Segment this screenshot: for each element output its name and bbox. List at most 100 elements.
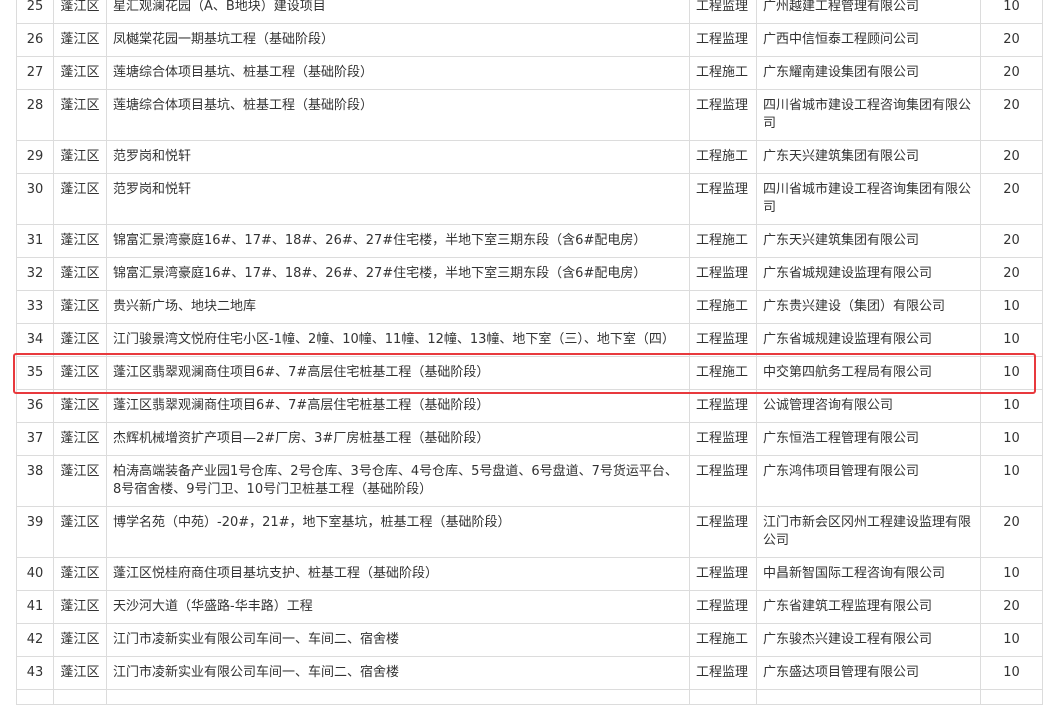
table-row: 30 蓬江区 范罗岗和悦轩 工程监理 四川省城市建设工程咨询集团有限公司 20 bbox=[16, 173, 1043, 225]
work-type-cell: 工程监理 bbox=[689, 590, 757, 624]
row-number-cell: 32 bbox=[16, 257, 54, 291]
project-name-cell: 蓬江区翡翠观澜商住项目6#、7#高层住宅桩基工程（基础阶段） bbox=[106, 356, 690, 390]
company-cell: 广州越建工程管理有限公司 bbox=[756, 0, 981, 24]
score-cell: 10 bbox=[980, 389, 1043, 423]
work-type-cell: 工程监理 bbox=[689, 89, 757, 141]
work-type-cell: 工程监理 bbox=[689, 0, 757, 24]
table-row bbox=[16, 689, 1043, 705]
work-type-cell: 工程监理 bbox=[689, 323, 757, 357]
table-row: 25 蓬江区 星汇观澜花园（A、B地块）建设项目 工程监理 广州越建工程管理有限公司 10 bbox=[16, 0, 1043, 24]
row-number-cell: 39 bbox=[16, 506, 54, 558]
score-cell: 10 bbox=[980, 656, 1043, 690]
work-type-cell: 工程监理 bbox=[689, 506, 757, 558]
table-row: 28 蓬江区 莲塘综合体项目基坑、桩基工程（基础阶段） 工程监理 四川省城市建设工程咨询… bbox=[16, 89, 1043, 141]
company-cell: 广东耀南建设集团有限公司 bbox=[756, 56, 981, 90]
work-type-cell: 工程监理 bbox=[689, 173, 757, 225]
company-cell: 广东恒浩工程管理有限公司 bbox=[756, 422, 981, 456]
project-name-cell: 锦富汇景湾豪庭16#、17#、18#、26#、27#住宅楼，半地下室三期东段（含… bbox=[106, 224, 690, 258]
work-type-cell: 工程施工 bbox=[689, 56, 757, 90]
table-row: 43 蓬江区 江门市凌新实业有限公司车间一、车间二、宿舍楼 工程监理 广东盛达项目管理有… bbox=[16, 656, 1043, 690]
row-number-cell: 31 bbox=[16, 224, 54, 258]
company-cell: 四川省城市建设工程咨询集团有限公司 bbox=[756, 89, 981, 141]
project-name-cell: 天沙河大道（华盛路-华丰路）工程 bbox=[106, 590, 690, 624]
district-cell: 蓬江区 bbox=[53, 0, 107, 24]
table-row: 31 蓬江区 锦富汇景湾豪庭16#、17#、18#、26#、27#住宅楼，半地下室三… bbox=[16, 224, 1043, 258]
score-cell: 10 bbox=[980, 422, 1043, 456]
work-type-cell: 工程监理 bbox=[689, 23, 757, 57]
row-number-cell: 28 bbox=[16, 89, 54, 141]
project-name-cell bbox=[106, 689, 690, 705]
table-row: 38 蓬江区 柏涛高端装备产业园1号仓库、2号仓库、3号仓库、4号仓库、5号盘道、6… bbox=[16, 455, 1043, 507]
work-type-cell: 工程监理 bbox=[689, 557, 757, 591]
company-cell: 四川省城市建设工程咨询集团有限公司 bbox=[756, 173, 981, 225]
table-row: 32 蓬江区 锦富汇景湾豪庭16#、17#、18#、26#、27#住宅楼，半地下室三… bbox=[16, 257, 1043, 291]
score-cell: 20 bbox=[980, 56, 1043, 90]
project-name-cell: 江门市凌新实业有限公司车间一、车间二、宿舍楼 bbox=[106, 656, 690, 690]
company-cell: 广东天兴建筑集团有限公司 bbox=[756, 140, 981, 174]
row-number-cell: 35 bbox=[16, 356, 54, 390]
row-number-cell: 25 bbox=[16, 0, 54, 24]
row-number-cell: 42 bbox=[16, 623, 54, 657]
score-cell: 20 bbox=[980, 23, 1043, 57]
work-type-cell: 工程施工 bbox=[689, 623, 757, 657]
project-name-cell: 莲塘综合体项目基坑、桩基工程（基础阶段） bbox=[106, 56, 690, 90]
company-cell: 广东省建筑工程监理有限公司 bbox=[756, 590, 981, 624]
score-cell: 10 bbox=[980, 623, 1043, 657]
work-type-cell bbox=[689, 689, 757, 705]
company-cell: 广东骏杰兴建设工程有限公司 bbox=[756, 623, 981, 657]
project-name-cell: 博学名苑（中苑）-20#，21#，地下室基坑，桩基工程（基础阶段） bbox=[106, 506, 690, 558]
row-number-cell: 36 bbox=[16, 389, 54, 423]
work-type-cell: 工程监理 bbox=[689, 257, 757, 291]
company-cell bbox=[756, 689, 981, 705]
district-cell: 蓬江区 bbox=[53, 623, 107, 657]
district-cell: 蓬江区 bbox=[53, 356, 107, 390]
table-row: 36 蓬江区 蓬江区翡翠观澜商住项目6#、7#高层住宅桩基工程（基础阶段） 工程监理公… bbox=[16, 389, 1043, 423]
table-body: 25 蓬江区 星汇观澜花园（A、B地块）建设项目 工程监理 广州越建工程管理有限公司 10… bbox=[16, 0, 1043, 705]
district-cell: 蓬江区 bbox=[53, 257, 107, 291]
district-cell: 蓬江区 bbox=[53, 389, 107, 423]
score-cell: 20 bbox=[980, 590, 1043, 624]
company-cell: 公诚管理咨询有限公司 bbox=[756, 389, 981, 423]
project-name-cell: 柏涛高端装备产业园1号仓库、2号仓库、3号仓库、4号仓库、5号盘道、6号盘道、7… bbox=[106, 455, 690, 507]
company-cell: 广东盛达项目管理有限公司 bbox=[756, 656, 981, 690]
project-name-cell: 范罗岗和悦轩 bbox=[106, 173, 690, 225]
company-cell: 江门市新会区冈州工程建设监理有限公司 bbox=[756, 506, 981, 558]
district-cell: 蓬江区 bbox=[53, 56, 107, 90]
district-cell: 蓬江区 bbox=[53, 23, 107, 57]
district-cell: 蓬江区 bbox=[53, 422, 107, 456]
district-cell: 蓬江区 bbox=[53, 590, 107, 624]
row-number-cell bbox=[16, 689, 54, 705]
score-cell: 10 bbox=[980, 290, 1043, 324]
district-cell: 蓬江区 bbox=[53, 455, 107, 507]
page: 25 蓬江区 星汇观澜花园（A、B地块）建设项目 工程监理 广州越建工程管理有限公司 10… bbox=[0, 0, 1053, 705]
district-cell: 蓬江区 bbox=[53, 173, 107, 225]
score-cell: 20 bbox=[980, 257, 1043, 291]
district-cell: 蓬江区 bbox=[53, 140, 107, 174]
company-cell: 广东贵兴建设（集团）有限公司 bbox=[756, 290, 981, 324]
project-name-cell: 江门市凌新实业有限公司车间一、车间二、宿舍楼 bbox=[106, 623, 690, 657]
row-number-cell: 29 bbox=[16, 140, 54, 174]
project-name-cell: 蓬江区翡翠观澜商住项目6#、7#高层住宅桩基工程（基础阶段） bbox=[106, 389, 690, 423]
company-cell: 广东省城规建设监理有限公司 bbox=[756, 257, 981, 291]
row-number-cell: 30 bbox=[16, 173, 54, 225]
results-table: 25 蓬江区 星汇观澜花园（A、B地块）建设项目 工程监理 广州越建工程管理有限公司 10… bbox=[16, 0, 1043, 705]
row-number-cell: 41 bbox=[16, 590, 54, 624]
table-row: 39 蓬江区 博学名苑（中苑）-20#，21#，地下室基坑，桩基工程（基础阶段） 工程… bbox=[16, 506, 1043, 558]
row-number-cell: 37 bbox=[16, 422, 54, 456]
row-number-cell: 26 bbox=[16, 23, 54, 57]
row-number-cell: 43 bbox=[16, 656, 54, 690]
score-cell bbox=[980, 689, 1043, 705]
project-name-cell: 锦富汇景湾豪庭16#、17#、18#、26#、27#住宅楼，半地下室三期东段（含… bbox=[106, 257, 690, 291]
row-number-cell: 38 bbox=[16, 455, 54, 507]
project-name-cell: 范罗岗和悦轩 bbox=[106, 140, 690, 174]
company-cell: 广西中信恒泰工程顾问公司 bbox=[756, 23, 981, 57]
work-type-cell: 工程施工 bbox=[689, 140, 757, 174]
table-row: 37 蓬江区 杰辉机械增资扩产项目—2#厂房、3#厂房桩基工程（基础阶段） 工程监理广… bbox=[16, 422, 1043, 456]
company-cell: 中交第四航务工程局有限公司 bbox=[756, 356, 981, 390]
row-number-cell: 33 bbox=[16, 290, 54, 324]
table-row: 40 蓬江区 蓬江区悦桂府商住项目基坑支护、桩基工程（基础阶段） 工程监理 中昌新智国际… bbox=[16, 557, 1043, 591]
row-number-cell: 27 bbox=[16, 56, 54, 90]
project-name-cell: 杰辉机械增资扩产项目—2#厂房、3#厂房桩基工程（基础阶段） bbox=[106, 422, 690, 456]
company-cell: 广东天兴建筑集团有限公司 bbox=[756, 224, 981, 258]
score-cell: 10 bbox=[980, 323, 1043, 357]
